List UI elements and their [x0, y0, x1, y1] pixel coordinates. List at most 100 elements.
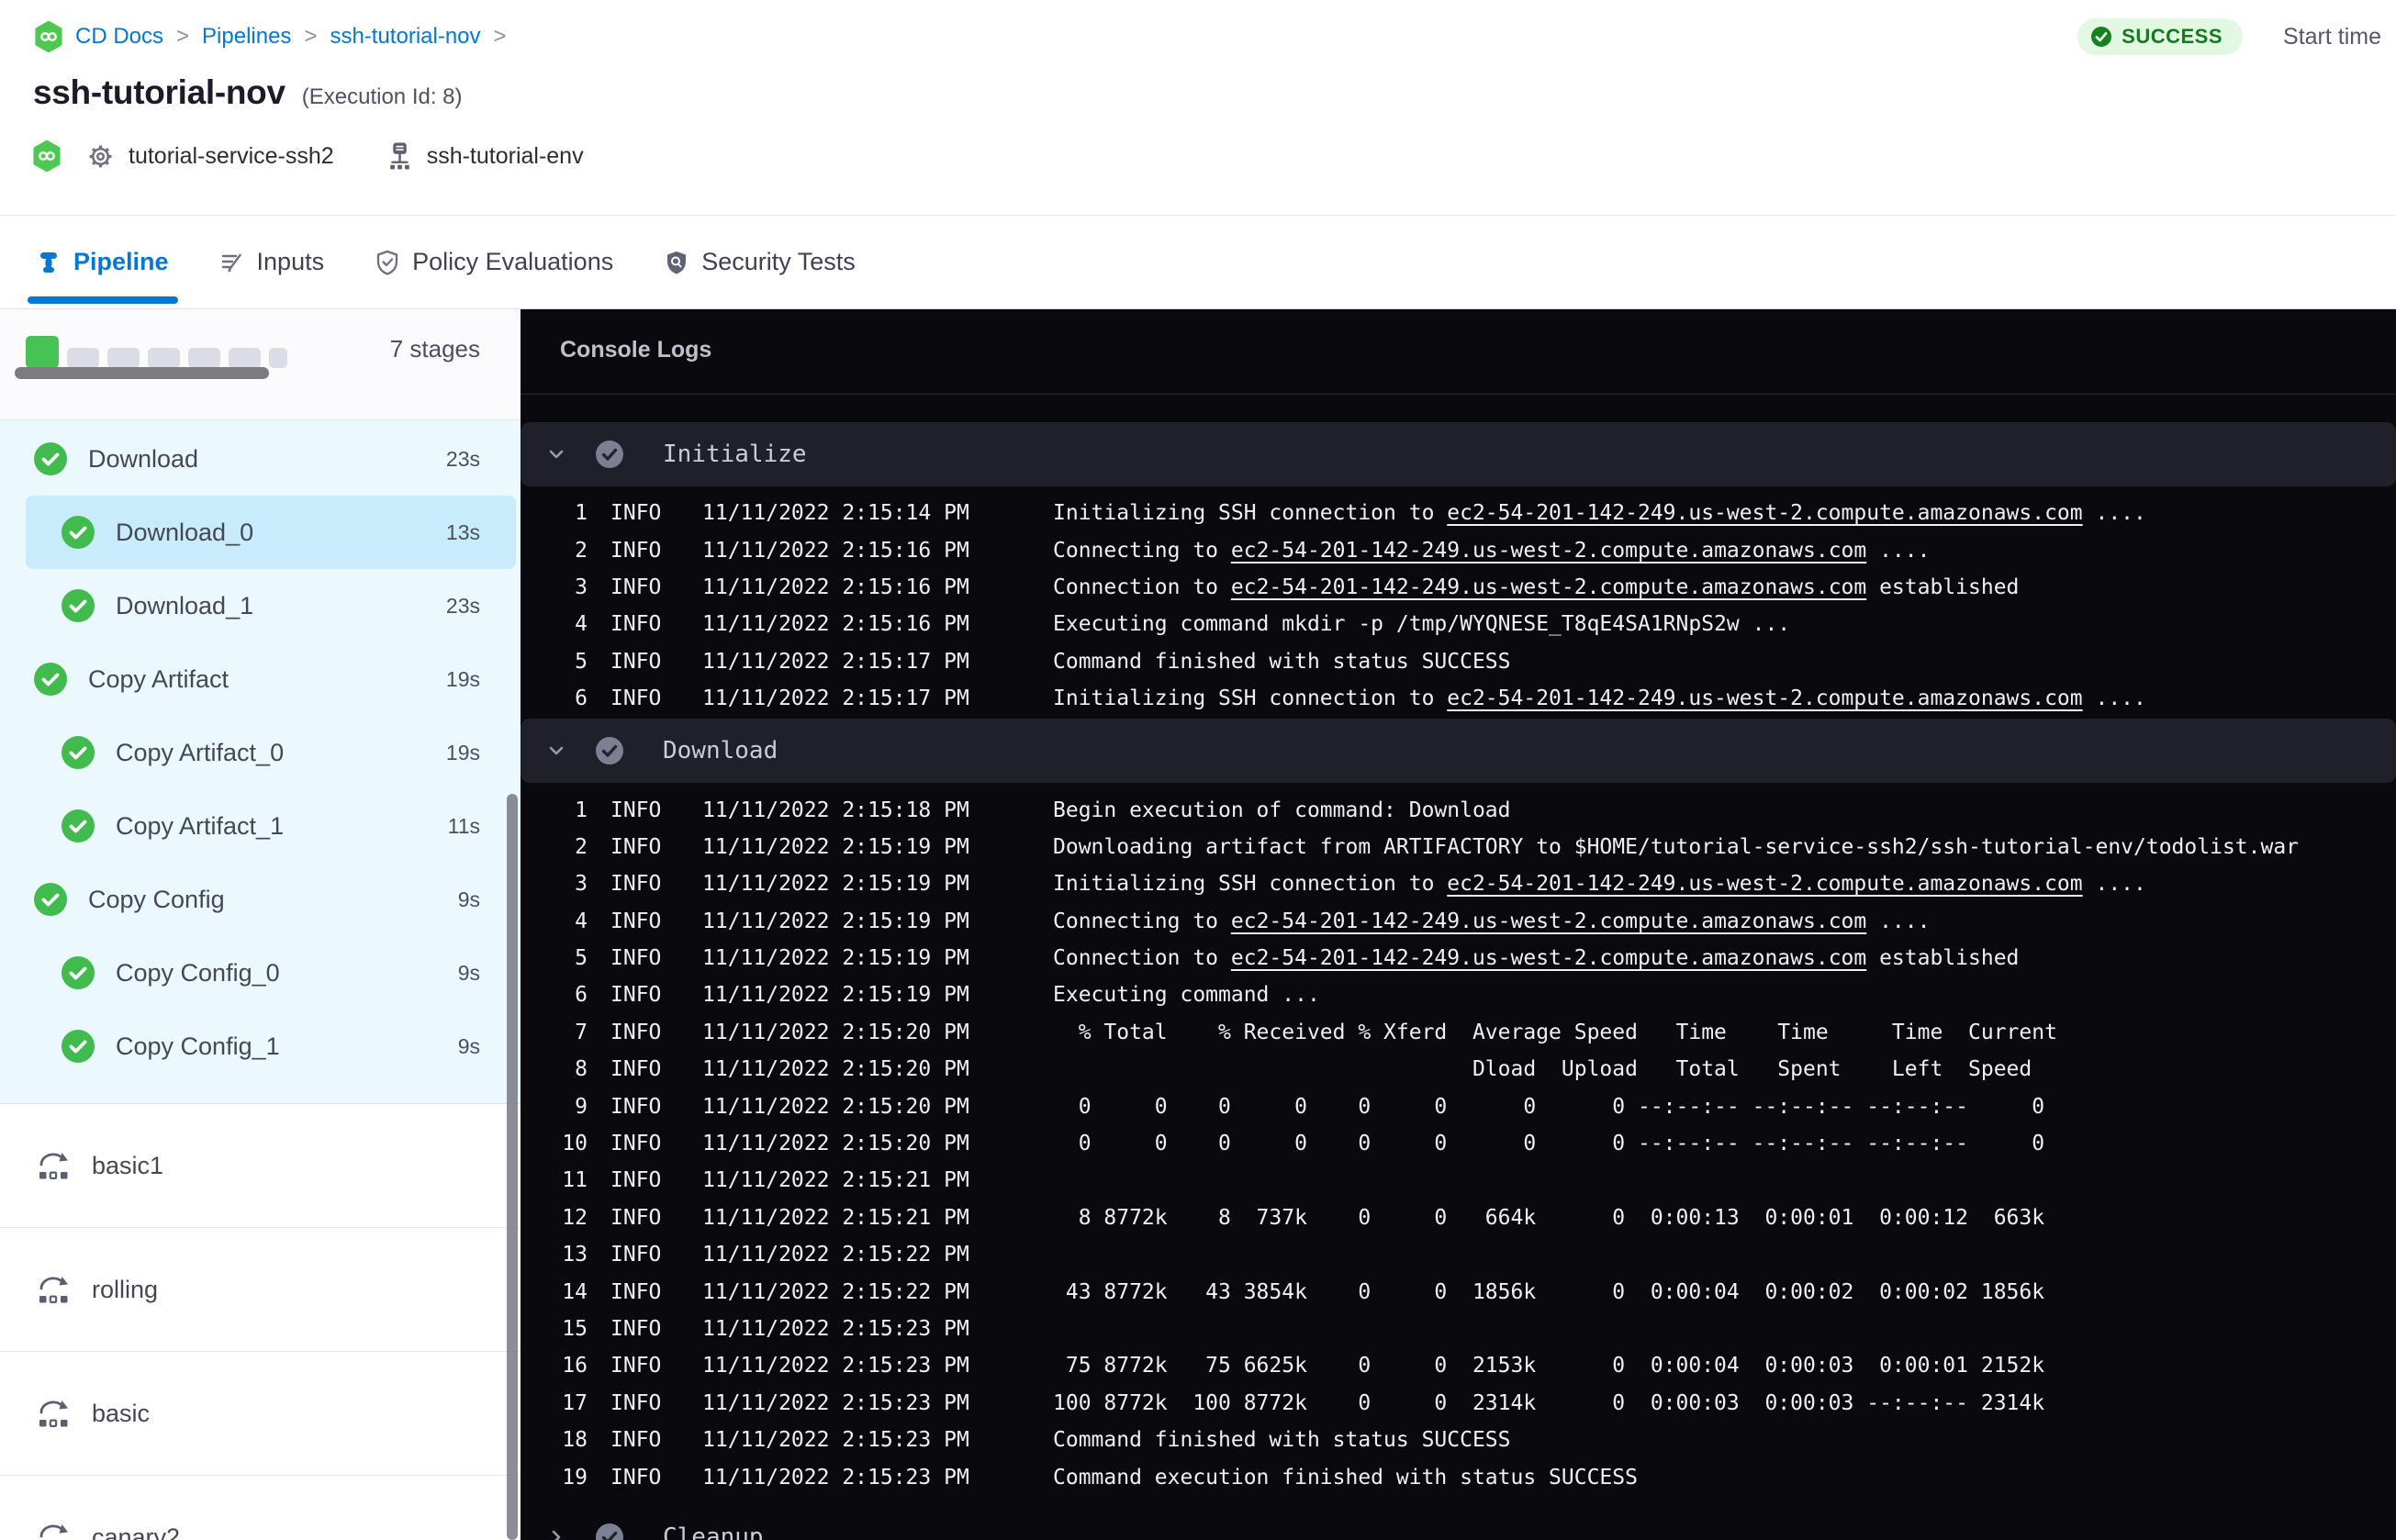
host-link[interactable]: ec2-54-201-142-249.us-west-2.compute.ama… — [1447, 686, 2082, 710]
pipeline-icon — [37, 251, 61, 274]
log-level: INFO — [610, 1354, 662, 1378]
log-level: INFO — [610, 946, 662, 971]
log-section-header[interactable]: Download — [521, 719, 2396, 784]
log-line: 7 INFO 11/11/2022 2:15:20 PM % Total % Rec… — [521, 1014, 2396, 1051]
log-timestamp: 11/11/2022 2:15:20 PM — [702, 1094, 969, 1119]
success-check-icon — [61, 515, 95, 550]
log-line: 17 INFO 11/11/2022 2:15:23 PM 100 8772k 100… — [521, 1385, 2396, 1422]
console-title: Console Logs — [560, 337, 712, 363]
stage-label: Download_0 — [116, 518, 254, 546]
pipeline-row[interactable]: canary2 — [0, 1476, 521, 1540]
stage-row[interactable]: Download_0 13s — [26, 496, 516, 569]
stage-duration: 19s — [445, 666, 480, 691]
stage-row[interactable]: Download 23s — [0, 422, 521, 496]
log-lines: 1 INFO 11/11/2022 2:15:14 PM Initializing S… — [521, 486, 2396, 717]
inputs-icon — [220, 251, 244, 274]
stage-square-pending — [188, 348, 220, 368]
page-title: ssh-tutorial-nov — [33, 73, 286, 111]
policy-shield-icon — [375, 250, 399, 275]
stage-label: Download_1 — [116, 591, 254, 619]
tab-label: Security Tests — [701, 248, 856, 275]
log-line-number: 19 — [562, 1465, 588, 1490]
vertical-scrollbar[interactable] — [507, 794, 518, 1540]
stage-row[interactable]: Copy Config 9s — [0, 863, 521, 936]
tab-pipeline[interactable]: Pipeline — [28, 216, 178, 308]
log-line-number: 9 — [575, 1094, 588, 1119]
log-line: 3 INFO 11/11/2022 2:15:19 PM Initializing S… — [521, 865, 2396, 902]
step-success-icon — [595, 440, 624, 469]
log-timestamp: 11/11/2022 2:15:17 PM — [702, 686, 969, 711]
log-message: Connecting to ec2-54-201-142-249.us-west… — [1053, 538, 1931, 563]
log-level: INFO — [610, 501, 662, 526]
log-section-header[interactable]: Initialize — [521, 422, 2396, 486]
log-message: Initializing SSH connection to ec2-54-20… — [1053, 686, 2146, 711]
pipeline-row[interactable]: basic — [0, 1352, 521, 1476]
host-link[interactable]: ec2-54-201-142-249.us-west-2.compute.ama… — [1447, 872, 2082, 896]
success-check-icon — [33, 882, 68, 917]
stage-duration: 11s — [447, 813, 480, 838]
log-timestamp: 11/11/2022 2:15:20 PM — [702, 1132, 969, 1156]
log-timestamp: 11/11/2022 2:15:19 PM — [702, 946, 969, 971]
pipeline-row[interactable]: basic1 — [0, 1104, 521, 1228]
console-divider — [521, 394, 2396, 395]
log-level: INFO — [610, 1205, 662, 1230]
pipeline-row[interactable]: rolling — [0, 1228, 521, 1352]
log-level: INFO — [610, 1168, 662, 1193]
stage-row[interactable]: Copy Artifact_0 19s — [0, 716, 521, 789]
log-message: Initializing SSH connection to ec2-54-20… — [1053, 872, 2146, 897]
log-timestamp: 11/11/2022 2:15:23 PM — [702, 1317, 969, 1341]
tab-inputs[interactable]: Inputs — [220, 216, 325, 308]
log-timestamp: 11/11/2022 2:15:23 PM — [702, 1390, 969, 1415]
chevron-right-icon[interactable] — [546, 1527, 566, 1540]
log-level: INFO — [610, 649, 662, 674]
stage-row[interactable]: Download_1 23s — [0, 569, 521, 642]
tab-label: Inputs — [256, 248, 325, 275]
tab-policy-evaluations[interactable]: Policy Evaluations — [375, 216, 613, 308]
success-check-icon — [61, 588, 95, 623]
log-line-number: 10 — [562, 1132, 588, 1156]
start-time-label: Start time — [2283, 23, 2381, 50]
log-line: 6 INFO 11/11/2022 2:15:19 PM Executing comm… — [521, 976, 2396, 1013]
log-section-header[interactable]: Cleanup — [521, 1505, 2396, 1540]
log-line-number: 7 — [575, 1020, 588, 1044]
tab-label: Pipeline — [73, 248, 169, 275]
horizontal-scrollbar[interactable] — [15, 367, 269, 379]
breadcrumb-link[interactable]: ssh-tutorial-nov — [330, 24, 480, 50]
log-message: Command finished with status SUCCESS — [1053, 649, 1511, 674]
breadcrumb-link[interactable]: Pipelines — [202, 24, 291, 50]
host-link[interactable]: ec2-54-201-142-249.us-west-2.compute.ama… — [1231, 946, 1866, 970]
log-line: 2 INFO 11/11/2022 2:15:16 PM Connecting to … — [521, 531, 2396, 568]
log-line: 13 INFO 11/11/2022 2:15:22 PM — [521, 1236, 2396, 1273]
log-line-number: 14 — [562, 1279, 588, 1304]
log-line-number: 4 — [575, 612, 588, 637]
chevron-down-icon[interactable] — [546, 741, 566, 761]
log-line: 9 INFO 11/11/2022 2:15:20 PM 0 0 0 0 0 0 0… — [521, 1088, 2396, 1124]
breadcrumb-link[interactable]: CD Docs — [75, 24, 163, 50]
log-timestamp: 11/11/2022 2:15:22 PM — [702, 1279, 969, 1304]
chevron-down-icon[interactable] — [546, 444, 566, 464]
log-line: 4 INFO 11/11/2022 2:15:16 PM Executing comm… — [521, 606, 2396, 642]
stage-row[interactable]: Copy Config_0 9s — [0, 936, 521, 1010]
breadcrumb-separator: > — [176, 24, 190, 49]
log-level: INFO — [610, 1428, 662, 1453]
tab-security-tests[interactable]: Security Tests — [665, 216, 856, 308]
stage-row[interactable]: Copy Config_1 9s — [0, 1010, 521, 1083]
log-message: 0 0 0 0 0 0 0 0 --:--:-- --:--:-- --:--:… — [1053, 1094, 2045, 1119]
host-link[interactable]: ec2-54-201-142-249.us-west-2.compute.ama… — [1447, 501, 2082, 525]
log-line-number: 13 — [562, 1243, 588, 1267]
host-link[interactable]: ec2-54-201-142-249.us-west-2.compute.ama… — [1231, 575, 1866, 599]
environment-name: ssh-tutorial-env — [426, 142, 584, 169]
execution-id: (Execution Id: 8) — [301, 84, 463, 109]
log-timestamp: 11/11/2022 2:15:19 PM — [702, 872, 969, 897]
log-level: INFO — [610, 872, 662, 897]
log-message: Connection to ec2-54-201-142-249.us-west… — [1053, 946, 2020, 971]
host-link[interactable]: ec2-54-201-142-249.us-west-2.compute.ama… — [1231, 909, 1866, 933]
stage-label: Copy Config_1 — [116, 1032, 280, 1060]
log-section-name: Download — [663, 737, 778, 765]
stage-square-pending — [229, 348, 261, 368]
stage-row[interactable]: Copy Artifact_1 11s — [0, 789, 521, 863]
stage-duration: 23s — [445, 593, 480, 618]
host-link[interactable]: ec2-54-201-142-249.us-west-2.compute.ama… — [1231, 539, 1866, 563]
stage-row[interactable]: Copy Artifact 19s — [0, 642, 521, 716]
log-message: 0 0 0 0 0 0 0 0 --:--:-- --:--:-- --:--:… — [1053, 1132, 2045, 1156]
